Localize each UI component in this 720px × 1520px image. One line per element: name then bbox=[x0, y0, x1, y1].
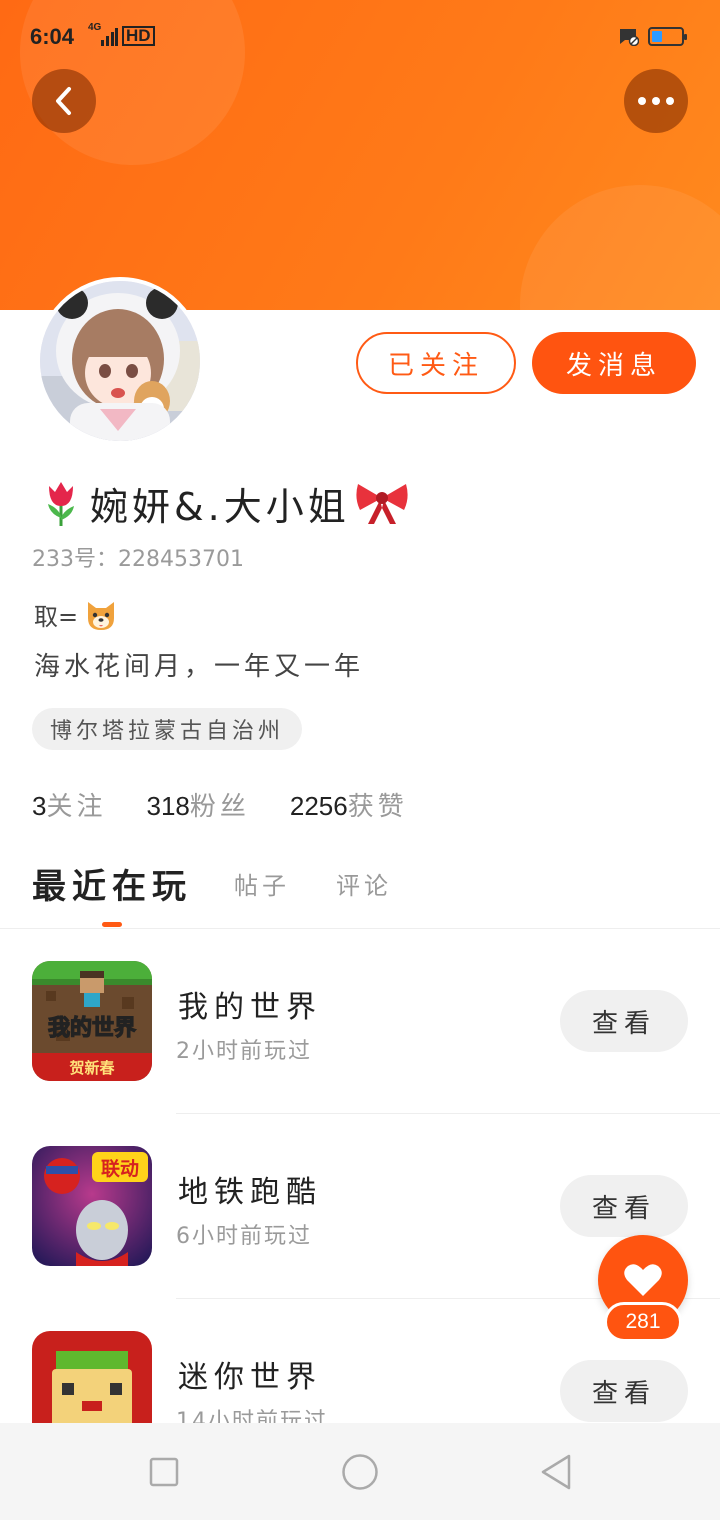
more-dots-icon bbox=[638, 97, 674, 105]
minecraft-icon: 我的世界 贺新春 bbox=[32, 961, 152, 1081]
likes-received-count: 2256获赞 bbox=[290, 786, 408, 823]
profile-tabs: 最近在玩 帖子 评论 bbox=[32, 858, 438, 908]
divider bbox=[0, 928, 720, 929]
view-button[interactable]: 查看 bbox=[560, 1175, 688, 1237]
stat-value: 2256 bbox=[289, 790, 348, 821]
game-name: 地铁跑酷 bbox=[178, 1175, 322, 1210]
game-last-played: 2小时前玩过 bbox=[176, 1039, 312, 1064]
more-options-button[interactable] bbox=[624, 69, 688, 133]
username-row: 婉妍&.大小姐 bbox=[36, 476, 410, 530]
view-button[interactable]: 查看 bbox=[560, 990, 688, 1052]
signal-icon bbox=[101, 28, 118, 46]
header-decoration bbox=[520, 185, 720, 310]
dog-face-icon bbox=[88, 601, 115, 630]
game-name: 我的世界 bbox=[178, 990, 322, 1025]
divider bbox=[176, 1113, 720, 1114]
following-button[interactable]: 已关注 bbox=[356, 332, 516, 394]
subway-surfers-icon-art: 联动 bbox=[32, 1146, 152, 1266]
ribbon-bow-icon bbox=[356, 484, 408, 524]
tab-posts[interactable]: 帖子 bbox=[234, 866, 290, 901]
list-item[interactable]: 我的世界 贺新春 我的世界 2小时前玩过 查看 bbox=[0, 930, 720, 1115]
square-icon bbox=[149, 1457, 179, 1487]
back-button[interactable] bbox=[32, 69, 96, 133]
game-name: 迷你世界 bbox=[178, 1360, 322, 1395]
bio-line-2: 海水花间月，一年又一年 bbox=[34, 652, 365, 682]
stat-label: 粉丝 bbox=[189, 791, 250, 822]
avatar[interactable] bbox=[36, 277, 204, 445]
bio-line-1: 取= bbox=[34, 597, 118, 632]
tulip-icon bbox=[48, 482, 74, 526]
notification-muted-icon bbox=[620, 29, 639, 46]
game-badge: 联动 bbox=[101, 1158, 139, 1180]
like-count: 281 bbox=[604, 1302, 682, 1342]
following-count[interactable]: 3关注 bbox=[32, 786, 106, 823]
followers-count[interactable]: 318粉丝 bbox=[146, 786, 249, 823]
username-text: 婉妍&.大小姐 bbox=[90, 484, 350, 529]
stat-value: 318 bbox=[146, 790, 190, 821]
home-button[interactable] bbox=[340, 1452, 380, 1492]
status-bar: 6:04 4G HD bbox=[0, 18, 720, 58]
system-navigation-bar bbox=[0, 1423, 720, 1520]
heart-icon bbox=[624, 1264, 662, 1296]
recent-apps-button[interactable] bbox=[144, 1452, 184, 1492]
send-message-button[interactable]: 发消息 bbox=[532, 332, 696, 394]
tab-comments[interactable]: 评论 bbox=[336, 866, 392, 901]
minecraft-icon-art: 我的世界 贺新春 bbox=[32, 961, 152, 1081]
minecraft-logo-text: 我的世界 bbox=[48, 1015, 136, 1041]
stat-label: 关注 bbox=[46, 791, 107, 822]
active-tab-indicator bbox=[102, 922, 122, 927]
game-badge: 贺新春 bbox=[68, 1059, 114, 1077]
battery-icon bbox=[648, 27, 687, 46]
subway-surfers-icon: 联动 bbox=[32, 1146, 152, 1266]
triangle-back-icon bbox=[541, 1454, 571, 1490]
profile-stats: 3关注 318粉丝 2256获赞 bbox=[32, 784, 408, 824]
tab-recently-played[interactable]: 最近在玩 bbox=[32, 859, 192, 908]
game-last-played: 6小时前玩过 bbox=[176, 1224, 312, 1249]
circle-icon bbox=[342, 1454, 378, 1490]
bio-line-1-text: 取= bbox=[34, 603, 79, 631]
stat-label: 获赞 bbox=[347, 791, 408, 822]
back-nav-button[interactable] bbox=[536, 1452, 576, 1492]
stat-value: 3 bbox=[32, 790, 47, 821]
anime-girl-avatar-image bbox=[40, 281, 200, 441]
hd-icon: HD bbox=[122, 26, 155, 46]
view-button[interactable]: 查看 bbox=[560, 1360, 688, 1422]
status-time: 6:04 bbox=[30, 24, 75, 49]
user-id: 233号：228453701 bbox=[32, 547, 244, 572]
chevron-left-icon bbox=[56, 87, 71, 115]
location-tag[interactable]: 博尔塔拉蒙古自治州 bbox=[32, 708, 303, 750]
